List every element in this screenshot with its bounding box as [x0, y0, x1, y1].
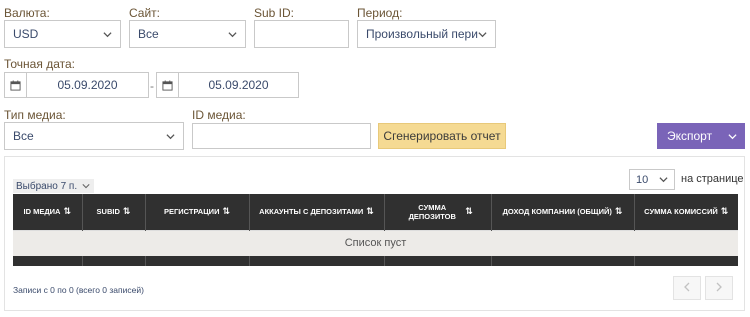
per-page-value: 10 — [636, 173, 649, 186]
date-to-value: 05.09.2020 — [208, 78, 269, 92]
table-footer-cell — [13, 256, 82, 266]
period-select[interactable]: Произвольный период — [357, 20, 496, 48]
sort-icon: ⇅ — [614, 206, 623, 217]
exact-date-label: Точная дата: — [4, 57, 75, 71]
chevron-right-icon — [715, 279, 723, 297]
site-select-value: Все — [138, 27, 159, 41]
currency-select-value: USD — [13, 27, 39, 41]
column-header-label: АККАУНТЫ С ДЕПОЗИТАМИ — [259, 207, 364, 217]
pagination-next-button[interactable] — [705, 276, 733, 300]
date-from-value: 05.09.2020 — [57, 78, 118, 92]
media-id-input[interactable] — [192, 123, 371, 149]
sort-ascending-icon: ⇅ — [63, 206, 72, 217]
column-visibility-dropdown[interactable]: Выбрано 7 п. — [13, 179, 95, 193]
generate-report-button[interactable]: Сгенерировать отчет — [378, 123, 506, 149]
column-header-registrations[interactable]: РЕГИСТРАЦИИ ⇅ — [144, 194, 249, 230]
column-header-deposit-accounts[interactable]: АККАУНТЫ С ДЕПОЗИТАМИ ⇅ — [248, 194, 384, 230]
export-button-label: Экспорт — [667, 129, 713, 143]
column-header-deposit-sum[interactable]: СУММА ДЕПОЗИТОВ ⇅ — [383, 194, 491, 230]
chevron-down-icon — [478, 30, 487, 39]
period-label: Период: — [357, 6, 403, 20]
empty-list-message: Список пуст — [13, 229, 738, 256]
sort-icon: ⇅ — [720, 206, 729, 217]
selected-columns-label: Выбрано 7 п. — [16, 180, 78, 192]
column-header-subid[interactable]: SUBID ⇅ — [81, 194, 145, 230]
per-page-label: на странице — [681, 173, 744, 185]
chevron-down-icon — [103, 30, 112, 39]
media-type-select-value: Все — [13, 129, 34, 143]
column-header-media-id[interactable]: ID МЕДИА ⇅ — [13, 194, 82, 230]
records-info: Записи с 0 по 0 (всего 0 записей) — [13, 285, 144, 295]
table-row: Список пуст — [13, 229, 738, 256]
column-header-commission-sum[interactable]: СУММА КОМИССИЙ ⇅ — [633, 194, 738, 230]
report-table: ID МЕДИА ⇅ SUBID ⇅ РЕГИСТРАЦИИ ⇅ АККАУНТЫ С… — [13, 194, 738, 266]
period-select-value: Произвольный период — [366, 27, 478, 41]
site-select[interactable]: Все — [129, 20, 246, 48]
table-footer-cell — [144, 256, 249, 266]
sort-icon: ⇅ — [366, 206, 374, 217]
column-header-label: РЕГИСТРАЦИИ — [163, 207, 220, 217]
date-to-field[interactable]: 05.09.2020 — [156, 72, 299, 98]
sort-icon: ⇅ — [122, 206, 131, 217]
date-from-field[interactable]: 05.09.2020 — [4, 72, 149, 98]
sort-icon: ⇅ — [465, 206, 473, 217]
column-header-label: ДОХОД КОМПАНИИ (ОБЩИЙ) — [502, 207, 612, 217]
table-footer-cell — [383, 256, 491, 266]
subid-input[interactable] — [254, 20, 349, 48]
sort-icon: ⇅ — [222, 206, 231, 217]
pagination-prev-button[interactable] — [673, 276, 701, 300]
table-footer-cell — [81, 256, 145, 266]
table-header-row: ID МЕДИА ⇅ SUBID ⇅ РЕГИСТРАЦИИ ⇅ АККАУНТЫ С… — [13, 194, 738, 230]
results-panel: Выбрано 7 п. 10 на странице ID МЕДИА ⇅ SU… — [4, 156, 745, 311]
column-header-company-income[interactable]: ДОХОД КОМПАНИИ (ОБЩИЙ) ⇅ — [490, 194, 634, 230]
per-page-select[interactable]: 10 — [629, 169, 675, 190]
chevron-down-icon — [659, 175, 668, 184]
column-header-label: SUBID — [96, 207, 120, 217]
chevron-down-icon — [82, 182, 90, 190]
column-header-label: СУММА ДЕПОЗИТОВ — [408, 202, 456, 221]
table-footer-cell — [248, 256, 384, 266]
currency-select[interactable]: USD — [4, 20, 121, 48]
column-header-label: ID МЕДИА — [23, 207, 61, 217]
chevron-down-icon — [228, 30, 237, 39]
table-footer-row — [13, 256, 738, 266]
date-range-separator: - — [150, 79, 154, 93]
chevron-left-icon — [683, 279, 691, 297]
currency-label: Валюта: — [4, 6, 50, 20]
media-type-select[interactable]: Все — [4, 122, 184, 150]
export-button[interactable]: Экспорт — [657, 123, 745, 149]
media-id-label: ID медиа: — [192, 108, 246, 122]
column-header-label: СУММА КОМИССИЙ — [644, 207, 718, 217]
site-label: Сайт: — [129, 6, 161, 20]
chevron-down-icon — [166, 132, 175, 141]
calendar-icon[interactable] — [157, 73, 179, 97]
table-footer-cell — [633, 256, 738, 266]
calendar-icon[interactable] — [5, 73, 27, 97]
subid-label: Sub ID: — [254, 6, 295, 20]
chevron-down-icon — [728, 132, 737, 141]
media-type-label: Тип медиа: — [4, 108, 66, 122]
table-footer-cell — [490, 256, 634, 266]
